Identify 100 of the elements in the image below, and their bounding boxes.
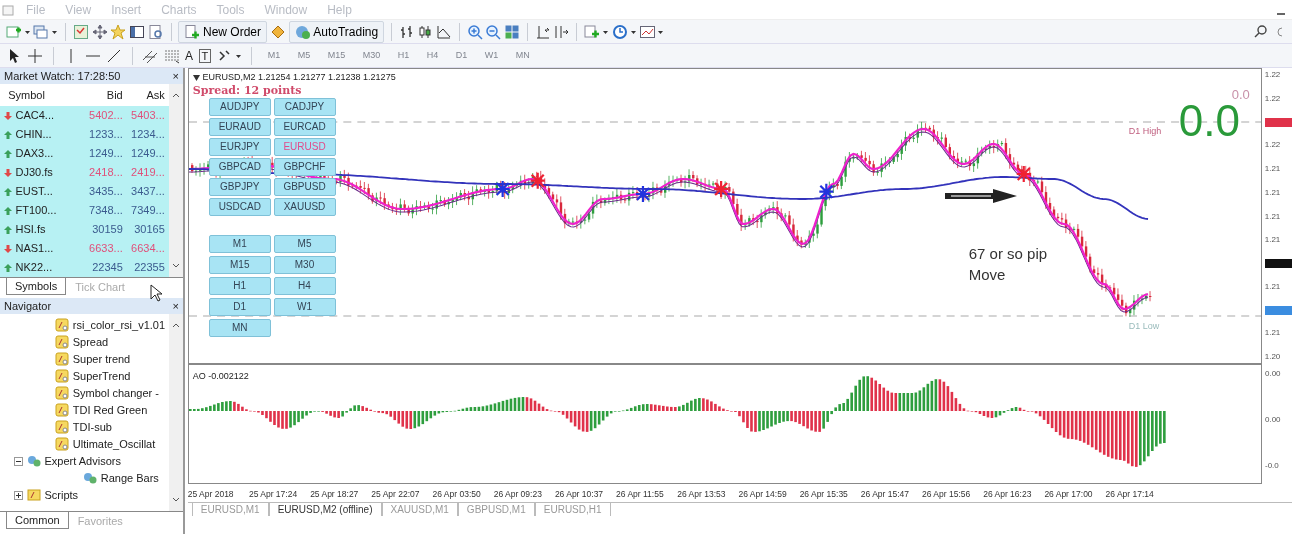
time-label: 26 Apr 13:53 xyxy=(677,488,727,501)
tree-item[interactable]: rsi_color_rsi_v1.01 xyxy=(72,316,166,334)
bar-chart-icon[interactable] xyxy=(398,23,415,40)
expand-icon[interactable] xyxy=(14,490,23,500)
time-label: 26 Apr 03:50 xyxy=(432,488,482,501)
symbol-cell-text: DAX3... xyxy=(15,146,54,162)
document-plus-icon[interactable] xyxy=(184,23,201,40)
tree-item[interactable]: Spread xyxy=(72,333,109,351)
ask-cell-text: 3437... xyxy=(130,184,165,200)
tile-windows-icon[interactable] xyxy=(504,23,521,40)
timeframe-button[interactable]: W1 xyxy=(273,298,336,316)
diamond-icon[interactable] xyxy=(269,23,286,40)
symbol-button[interactable]: GBPCHF xyxy=(273,158,336,176)
indicators-icon[interactable] xyxy=(583,23,609,40)
price-label: 1.22 xyxy=(1264,140,1282,151)
bid-cell-text: 1249... xyxy=(88,146,123,162)
tree-item[interactable]: Super trend xyxy=(72,350,131,368)
panel-title: Market Watch: 17:28:50 xyxy=(4,68,121,84)
ask-cell-text: 22355 xyxy=(133,260,165,276)
price-label: 1.21 xyxy=(1264,211,1282,222)
market-watch-icon[interactable] xyxy=(72,23,89,40)
symbol-button[interactable]: CADJPY xyxy=(273,98,336,116)
timeframe-button[interactable]: M1 xyxy=(208,235,271,253)
new-order-button[interactable]: New Order xyxy=(178,20,267,43)
chart-tab[interactable]: EURUSD,M2 (offline) xyxy=(268,503,382,516)
tree-item[interactable]: TDI-sub xyxy=(72,418,112,436)
symbol-button[interactable]: EURAUD xyxy=(208,118,271,136)
price-label: 1.21 xyxy=(1264,164,1282,174)
column-header[interactable]: Symbol xyxy=(2,86,81,104)
auto-scroll-icon[interactable] xyxy=(534,23,551,40)
tree-item[interactable]: Symbol changer - xyxy=(72,384,159,402)
timeframe-button[interactable]: MN xyxy=(208,319,271,337)
timeframe-button[interactable]: H1 xyxy=(208,277,271,295)
symbol-button[interactable]: GBPCAD xyxy=(208,158,271,176)
clock-icon[interactable] xyxy=(611,23,637,40)
bid-cell-text: 3435... xyxy=(88,184,123,200)
symbol-button[interactable]: EURJPY xyxy=(208,138,271,156)
bid-cell-text: 22345 xyxy=(91,260,123,276)
price-label: 1.21 xyxy=(1264,235,1282,246)
zoom-in-icon[interactable] xyxy=(466,23,483,40)
timeframe-button[interactable]: M5 xyxy=(273,235,336,253)
tree-item[interactable]: TDI Red Green xyxy=(72,401,148,419)
chart-shift-icon[interactable] xyxy=(553,23,570,40)
zoom-out-icon[interactable] xyxy=(485,23,502,40)
report-icon[interactable] xyxy=(147,23,164,40)
close-button[interactable]: × xyxy=(172,297,179,314)
timeframe-button[interactable]: M15 xyxy=(208,256,271,274)
indicator-axis-label: 0.00 xyxy=(1265,414,1282,426)
indicator-icon[interactable] xyxy=(54,385,70,401)
column-header[interactable]: Bid xyxy=(80,86,123,104)
crosshair-icon[interactable] xyxy=(27,47,43,64)
symbol-button[interactable]: USDCAD xyxy=(208,198,271,216)
time-label: 26 Apr 15:35 xyxy=(799,488,849,501)
search-icon[interactable] xyxy=(1254,23,1269,40)
tree-item[interactable]: Range Bars xyxy=(100,469,159,487)
star-icon[interactable] xyxy=(110,23,127,40)
collapse-triangle-icon[interactable] xyxy=(192,74,200,81)
time-label: 26 Apr 09:23 xyxy=(493,488,543,501)
candlestick-icon[interactable] xyxy=(417,23,434,40)
indicator-icon[interactable] xyxy=(54,334,70,350)
symbol-button[interactable]: AUDJPY xyxy=(208,98,271,116)
collapse-icon[interactable] xyxy=(14,456,23,466)
trend-line-icon[interactable] xyxy=(106,47,122,64)
indicator-icon[interactable] xyxy=(54,317,70,333)
symbol-cell-text: NK22... xyxy=(15,260,53,276)
tree-item[interactable]: Scripts xyxy=(44,486,79,504)
level-label: D1 High xyxy=(1128,126,1162,136)
timeframe-button[interactable]: D1 xyxy=(208,298,271,316)
scrollbar[interactable] xyxy=(169,313,183,511)
symbol-button[interactable]: GBPUSD xyxy=(273,178,336,196)
tree-item[interactable]: SuperTrend xyxy=(72,367,131,385)
tree-item[interactable]: Expert Advisors xyxy=(44,452,121,470)
symbol-button[interactable]: EURCAD xyxy=(273,118,336,136)
panel-tab[interactable]: Common xyxy=(6,511,69,529)
timeframe-button[interactable]: M30 xyxy=(273,256,336,274)
symbol-button[interactable]: XAUUSD xyxy=(273,198,336,216)
move-icon[interactable] xyxy=(91,23,108,40)
label-tool[interactable]: T xyxy=(198,48,212,63)
symbol-button[interactable]: GBPJPY xyxy=(208,178,271,196)
indicator-icon[interactable] xyxy=(54,419,70,435)
indicator-icon[interactable] xyxy=(54,351,70,367)
new-chart-icon[interactable] xyxy=(5,23,31,40)
ask-cell-text: 7349... xyxy=(130,203,165,219)
autotrading-button[interactable]: AutoTrading xyxy=(288,20,385,43)
indicator-icon[interactable] xyxy=(54,402,70,418)
window-icon[interactable] xyxy=(129,23,145,40)
template-icon[interactable] xyxy=(639,23,665,40)
line-chart-icon[interactable] xyxy=(436,23,453,40)
text-tool[interactable]: A xyxy=(185,46,193,65)
scrollbar[interactable] xyxy=(169,84,183,277)
windows-icon[interactable] xyxy=(33,23,59,40)
panel-tab[interactable]: Symbols xyxy=(6,278,67,295)
indicator-icon[interactable] xyxy=(54,368,70,384)
timeframe-button[interactable]: H4 xyxy=(273,277,336,295)
column-header[interactable]: Ask xyxy=(122,86,165,104)
tree-item[interactable]: Ultimate_Oscillat xyxy=(72,435,156,453)
indicator-icon[interactable] xyxy=(54,436,70,452)
price-label: 1.21 xyxy=(1264,281,1282,292)
time-label: 25 Apr 18:27 xyxy=(310,488,360,501)
close-button[interactable]: × xyxy=(172,67,179,85)
